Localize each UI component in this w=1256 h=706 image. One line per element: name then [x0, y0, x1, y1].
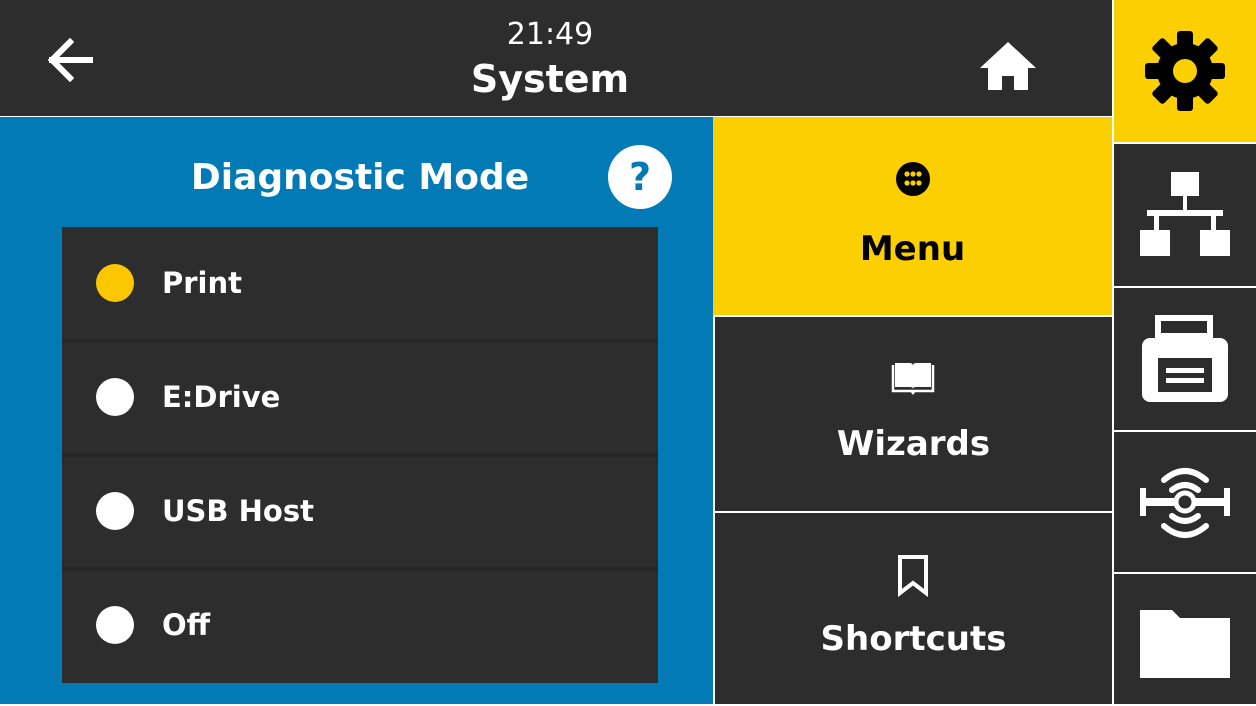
- option-label: E:Drive: [162, 380, 281, 414]
- book-icon: [891, 363, 935, 395]
- clock-time: 21:49: [506, 17, 594, 52]
- tile-label: Wizards: [836, 424, 991, 464]
- radio-button-selected[interactable]: [96, 264, 134, 302]
- sidebar-item-network[interactable]: [1114, 142, 1256, 286]
- option-list: Print E:Drive USB Host Off: [62, 227, 658, 683]
- option-print[interactable]: Print: [62, 227, 658, 339]
- setting-title: Diagnostic Mode: [190, 157, 530, 198]
- printer-icon: [1142, 315, 1228, 402]
- bookmark-icon: [898, 555, 928, 597]
- sidebar-item-storage[interactable]: [1114, 572, 1256, 704]
- tile-wizards[interactable]: Wizards: [713, 315, 1112, 511]
- tile-label: Shortcuts: [820, 619, 1007, 659]
- settings-gear-icon: [1145, 31, 1225, 111]
- tile-label: Menu: [859, 229, 966, 269]
- page-title: System: [470, 57, 630, 101]
- option-off[interactable]: Off: [62, 567, 658, 683]
- help-button[interactable]: ?: [606, 143, 674, 211]
- sidebar-item-printer[interactable]: [1114, 286, 1256, 430]
- radio-button[interactable]: [96, 378, 134, 416]
- help-icon: ?: [608, 145, 672, 209]
- home-button[interactable]: [968, 30, 1048, 100]
- option-usb-host[interactable]: USB Host: [62, 453, 658, 569]
- radio-button[interactable]: [96, 492, 134, 530]
- rfid-icon: [1140, 468, 1230, 538]
- tile-shortcuts[interactable]: Shortcuts: [713, 511, 1112, 704]
- option-edrive[interactable]: E:Drive: [62, 339, 658, 455]
- network-icon: [1140, 172, 1230, 256]
- radio-button[interactable]: [96, 606, 134, 644]
- folder-icon: [1140, 610, 1230, 678]
- option-label: USB Host: [162, 494, 314, 528]
- back-button[interactable]: [30, 20, 120, 100]
- home-icon: [980, 42, 1036, 90]
- tile-menu[interactable]: Menu: [713, 117, 1112, 315]
- back-arrow-icon: [47, 37, 93, 83]
- menu-grid-icon: [896, 162, 930, 196]
- option-label: Off: [162, 608, 211, 642]
- svg-text:?: ?: [629, 155, 651, 199]
- option-label: Print: [162, 266, 243, 300]
- sidebar-item-rfid[interactable]: [1114, 430, 1256, 572]
- sidebar-item-settings[interactable]: [1114, 0, 1256, 142]
